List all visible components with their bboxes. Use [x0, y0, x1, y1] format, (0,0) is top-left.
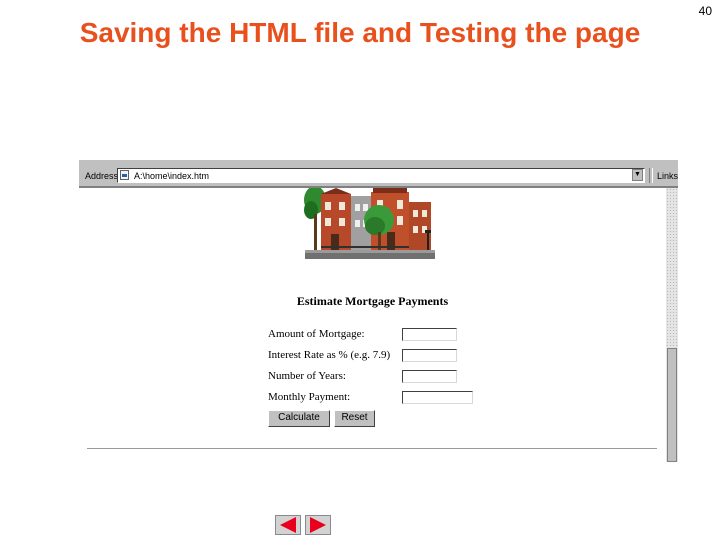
scrollbar-thumb[interactable] — [667, 348, 677, 462]
interest-rate-input[interactable] — [402, 349, 457, 362]
toolbar-separator — [649, 168, 653, 183]
chevron-down-icon: ▼ — [634, 171, 641, 178]
address-input[interactable]: A:\home\index.htm ▼ — [117, 168, 645, 183]
address-dropdown-button[interactable]: ▼ — [632, 169, 643, 181]
page-number: 40 — [698, 4, 712, 18]
left-arrow-icon — [280, 517, 296, 533]
years-input[interactable] — [402, 370, 457, 383]
address-label: Address — [85, 171, 119, 181]
monthly-payment-field[interactable] — [402, 391, 473, 404]
horizontal-rule — [87, 448, 657, 450]
vertical-scrollbar[interactable] — [666, 188, 678, 462]
slide-title: Saving the HTML file and Testing the pag… — [79, 17, 641, 48]
next-slide-button[interactable] — [305, 515, 331, 535]
house-illustration — [304, 188, 435, 259]
address-value: A:\home\index.htm — [134, 171, 210, 181]
interest-rate-label: Interest Rate as % (e.g. 7.9) — [268, 349, 391, 361]
links-button[interactable]: Links — [657, 171, 678, 181]
address-bar: Address A:\home\index.htm ▼ Links — [79, 166, 678, 188]
right-arrow-icon — [310, 517, 326, 533]
previous-slide-button[interactable] — [275, 515, 301, 535]
calculate-button[interactable]: Calculate — [268, 410, 330, 427]
page-content: Estimate Mortgage Payments Amount of Mor… — [79, 188, 666, 462]
browser-window: Address A:\home\index.htm ▼ Links Estima… — [79, 160, 678, 462]
amount-label: Amount of Mortgage: — [268, 328, 365, 340]
amount-input[interactable] — [402, 328, 457, 341]
page-icon — [120, 170, 129, 180]
years-label: Number of Years: — [268, 370, 346, 382]
reset-button[interactable]: Reset — [334, 410, 375, 427]
monthly-payment-label: Monthly Payment: — [268, 391, 351, 403]
form-title: Estimate Mortgage Payments — [296, 294, 449, 308]
